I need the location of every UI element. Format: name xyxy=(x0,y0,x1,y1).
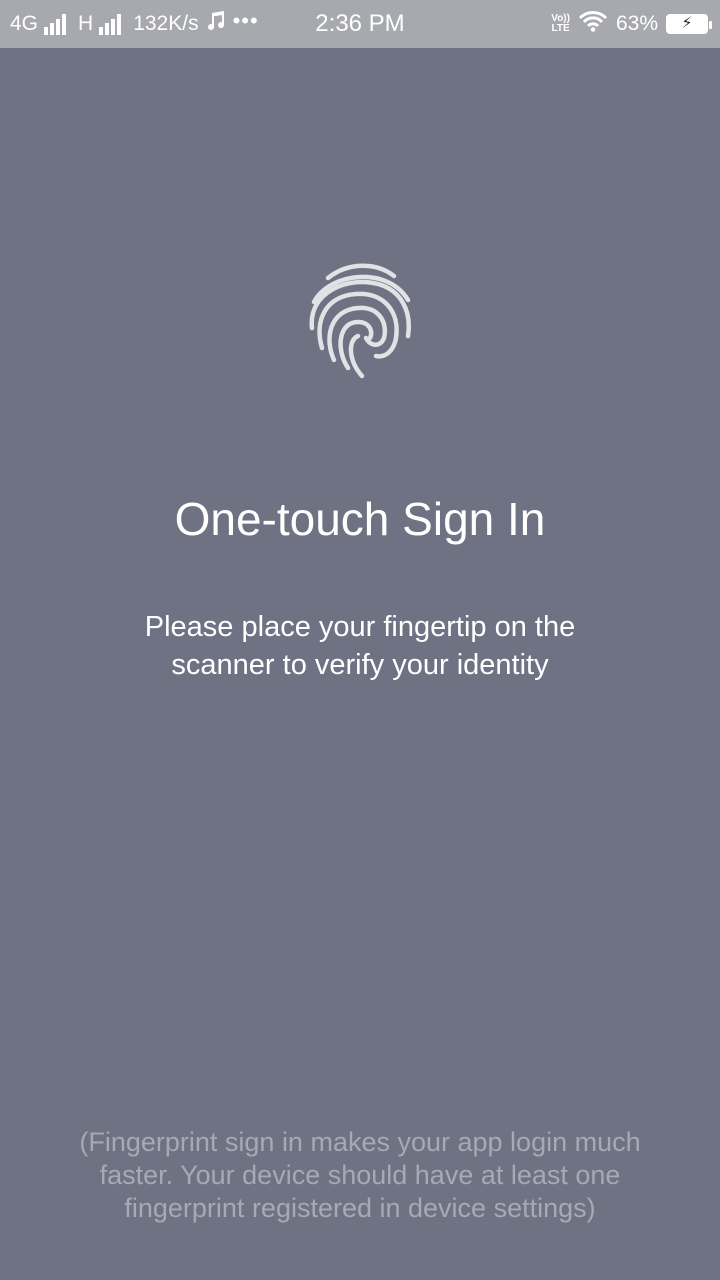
charging-bolt-icon: ⚡ xyxy=(681,15,693,32)
fingerprint-icon[interactable] xyxy=(300,256,420,386)
status-bar: 4G H 132K/s ••• 2:36 PM Vo)) LTE 63% ⚡ xyxy=(0,0,720,48)
status-right: Vo)) LTE 63% ⚡ xyxy=(551,0,712,48)
fingerprint-info-note: (Fingerprint sign in makes your app logi… xyxy=(79,1127,641,1223)
sign-in-screen: One-touch Sign In Please place your fing… xyxy=(0,48,720,1280)
page-title: One-touch Sign In xyxy=(174,493,546,545)
volte-bottom: LTE xyxy=(551,23,570,34)
wifi-icon xyxy=(578,10,608,38)
instruction-text: Please place your fingertip on the scann… xyxy=(144,611,576,681)
battery-icon: ⚡ xyxy=(666,14,712,34)
volte-icon: Vo)) LTE xyxy=(551,14,570,34)
battery-percent: 63% xyxy=(615,12,658,35)
